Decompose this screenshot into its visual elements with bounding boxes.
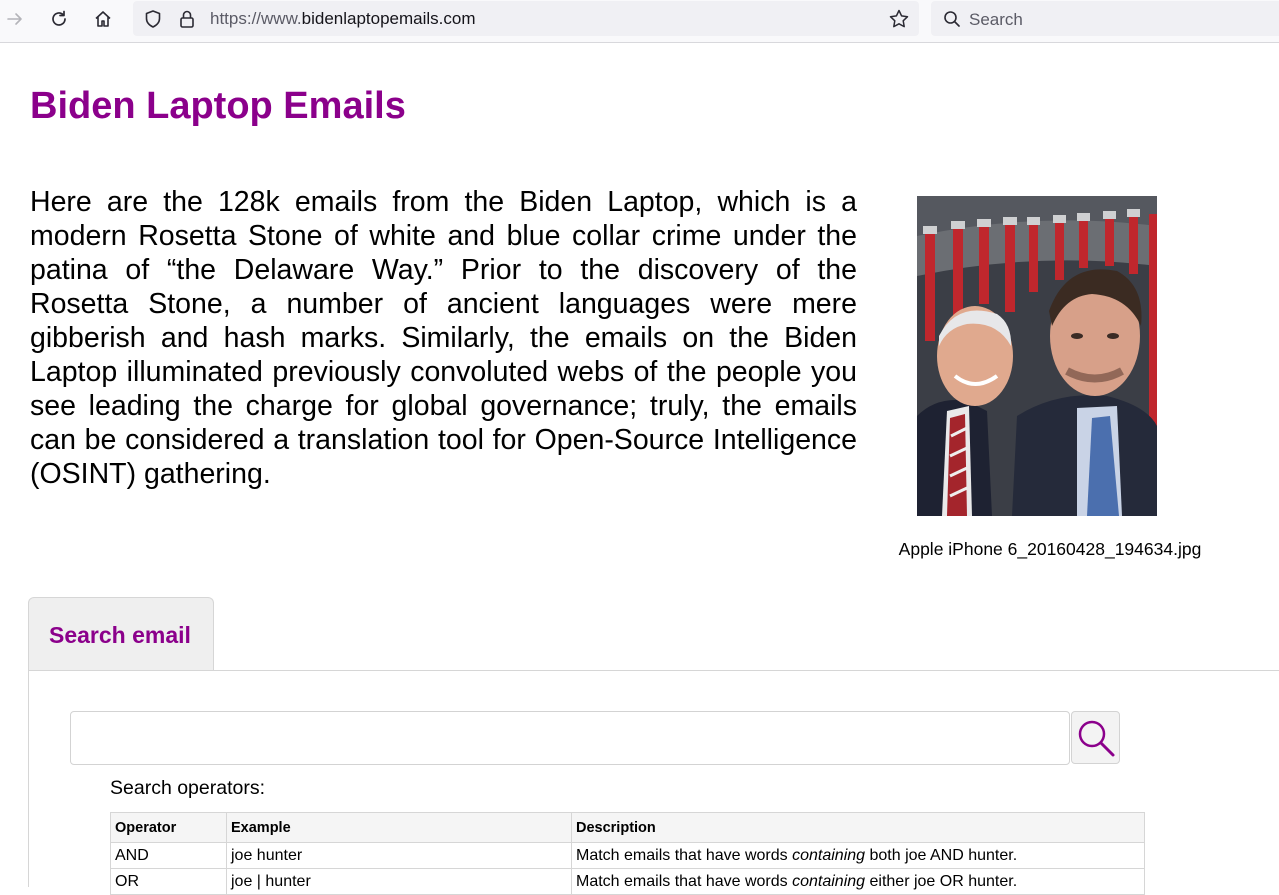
page-title: Biden Laptop Emails: [30, 85, 406, 127]
description-cell: Match emails that have words containing …: [571, 842, 1145, 869]
browser-search-bar[interactable]: Search: [931, 1, 1279, 36]
intro-paragraph: Here are the 128k emails from the Biden …: [30, 186, 857, 490]
table-row: OR joe | hunter Match emails that have w…: [110, 868, 1145, 895]
photo-caption: Apple iPhone 6_20160428_194634.jpg: [898, 539, 1202, 559]
email-search-input[interactable]: [70, 711, 1070, 765]
lock-icon[interactable]: [175, 7, 199, 31]
example-cell: joe | hunter: [226, 868, 572, 895]
search-operators-label: Search operators:: [110, 777, 266, 799]
search-icon: [940, 7, 964, 31]
browser-search-placeholder: Search: [969, 10, 1023, 29]
address-bar[interactable]: https://www.bidenlaptopemails.com: [133, 1, 919, 36]
example-cell: joe hunter: [226, 842, 572, 869]
url-text[interactable]: https://www.bidenlaptopemails.com: [210, 9, 476, 29]
table-header-row: Operator Example Description: [110, 812, 1145, 843]
tab-search-email[interactable]: Search email: [28, 597, 214, 670]
search-operators-table: Operator Example Description AND joe hun…: [110, 812, 1145, 895]
tab-label: Search email: [49, 622, 191, 648]
description-text: Match emails that have words: [576, 846, 793, 864]
magnifier-icon: [1078, 720, 1114, 756]
home-icon[interactable]: [88, 5, 118, 33]
bookmark-star-icon[interactable]: [887, 7, 911, 31]
column-header-example: Example: [226, 812, 572, 843]
shield-icon[interactable]: [141, 7, 165, 31]
url-scheme: https://www.: [210, 9, 302, 28]
operator-cell: AND: [110, 842, 227, 869]
search-button[interactable]: [1071, 711, 1120, 764]
column-header-operator: Operator: [110, 812, 227, 843]
description-emphasis: containing: [792, 846, 866, 864]
operator-cell: OR: [110, 868, 227, 895]
description-text: both joe AND hunter.: [865, 846, 1018, 864]
reload-icon[interactable]: [44, 5, 74, 33]
column-header-description: Description: [571, 812, 1145, 843]
featured-photo: [917, 196, 1157, 516]
url-host: bidenlaptopemails.com: [301, 9, 476, 28]
table-row: AND joe hunter Match emails that have wo…: [110, 842, 1145, 869]
forward-icon[interactable]: [0, 5, 30, 33]
browser-toolbar: https://www.bidenlaptopemails.com Search: [0, 0, 1279, 43]
description-cell: Match emails that have words containing …: [571, 868, 1145, 895]
